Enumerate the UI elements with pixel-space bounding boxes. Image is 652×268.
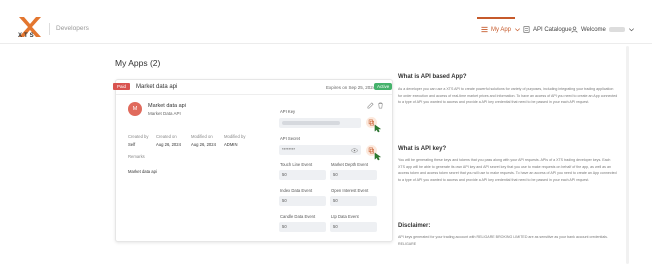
meta-modified-by: Modified by ADMIN [224,134,245,147]
app-avatar: M [128,102,142,116]
product-name: Developers [56,25,89,32]
event-value: 50 [333,172,338,177]
user-menu[interactable]: Welcome [571,26,635,33]
nav-my-app[interactable]: My App [481,26,521,33]
card-header: Paid Market data api Expires on Sep 25, … [113,80,393,95]
brand-separator [49,23,50,35]
app-api-type: Market Data API [148,111,181,116]
info-paragraph: API keys generated for your trading acco… [398,235,608,246]
mouse-cursor-icon [374,124,382,133]
meta-value: Self [128,142,136,147]
meta-value: Aug 26, 2024 [156,142,181,147]
api-key-redacted [282,120,340,125]
touch-line-event-field[interactable]: 50 [279,170,326,180]
expiry-date: Expires on Sep 25, 2024 [326,84,376,90]
info-paragraph: As a developer you can use a XTS API to … [398,87,618,105]
meta-modified-on: Modified on Aug 26, 2024 [191,134,216,147]
welcome-label: Welcome [581,26,606,33]
chevron-down-icon [628,28,634,32]
event-label: Index Data Event [280,188,313,193]
event-label: Open Interest Event [331,188,369,193]
card-title: Market data api [136,83,178,90]
edit-icon[interactable] [367,102,374,109]
logo-text: XTS [18,33,36,39]
meta-created-by: Created by Self [128,134,148,147]
chevron-down-icon [515,28,520,32]
meta-label: Created by [128,134,149,139]
api-secret-value: ******** [282,147,296,152]
delete-icon[interactable] [377,102,384,109]
market-depth-event-field[interactable]: 50 [330,170,377,180]
event-value: 50 [282,224,287,229]
meta-label: Remarks [128,154,145,159]
page-title: My Apps (2) [115,58,161,68]
meta-value: Market data api [128,169,157,174]
api-key-field[interactable] [279,118,361,128]
ltp-data-event-field[interactable]: 50 [330,222,377,232]
api-secret-label: API Secret [280,136,301,141]
meta-label: Modified by [224,134,246,139]
active-tab-indicator [477,17,515,19]
info-paragraph: You will be generating these keys and to… [398,158,617,182]
info-heading: Disclaimer: [398,223,431,229]
user-icon [571,26,578,33]
app-grid-icon [481,26,488,33]
event-value: 50 [333,198,338,203]
event-label: Candle Data Event [280,214,316,219]
api-key-label: API Key [280,109,296,114]
candle-data-event-field[interactable]: 50 [279,222,326,232]
meta-value: ADMIN [224,142,238,147]
meta-label: Modified on [191,134,213,139]
nav-my-app-label: My App [491,26,512,33]
event-value: 50 [282,198,287,203]
username-redacted [608,27,625,32]
event-label: Touch Line Event [280,162,313,167]
page-scrollbar[interactable] [626,46,629,264]
meta-created-on: Created on Aug 26, 2024 [156,134,181,147]
open-interest-event-field[interactable]: 50 [330,196,377,206]
catalogue-icon [523,26,530,33]
nav-api-catalogue-label: API Catalogue [533,26,572,33]
top-navbar: XTS Developers My App API Catalogue Welc… [0,0,652,44]
meta-label: Created on [156,134,177,139]
event-value: 50 [282,172,287,177]
event-label: Market Depth Event [331,162,369,167]
event-label: Ltp Data Event [331,214,359,219]
info-heading: What is API key? [398,146,447,152]
info-heading: What is API based App? [398,74,467,80]
eye-icon[interactable] [351,148,358,153]
api-secret-field[interactable]: ******** [279,145,361,155]
nav-api-catalogue[interactable]: API Catalogue [523,26,572,33]
index-data-event-field[interactable]: 50 [279,196,326,206]
app-name: Market data api [148,103,186,109]
event-value: 50 [333,224,338,229]
status-badge: Active [374,83,393,90]
mouse-cursor-icon [374,152,382,161]
meta-remarks: Remarks Market data api [128,154,157,174]
app-card: Paid Market data api Expires on Sep 25, … [113,79,393,242]
meta-value: Aug 26, 2024 [191,142,216,147]
paid-badge: Paid [113,83,131,90]
